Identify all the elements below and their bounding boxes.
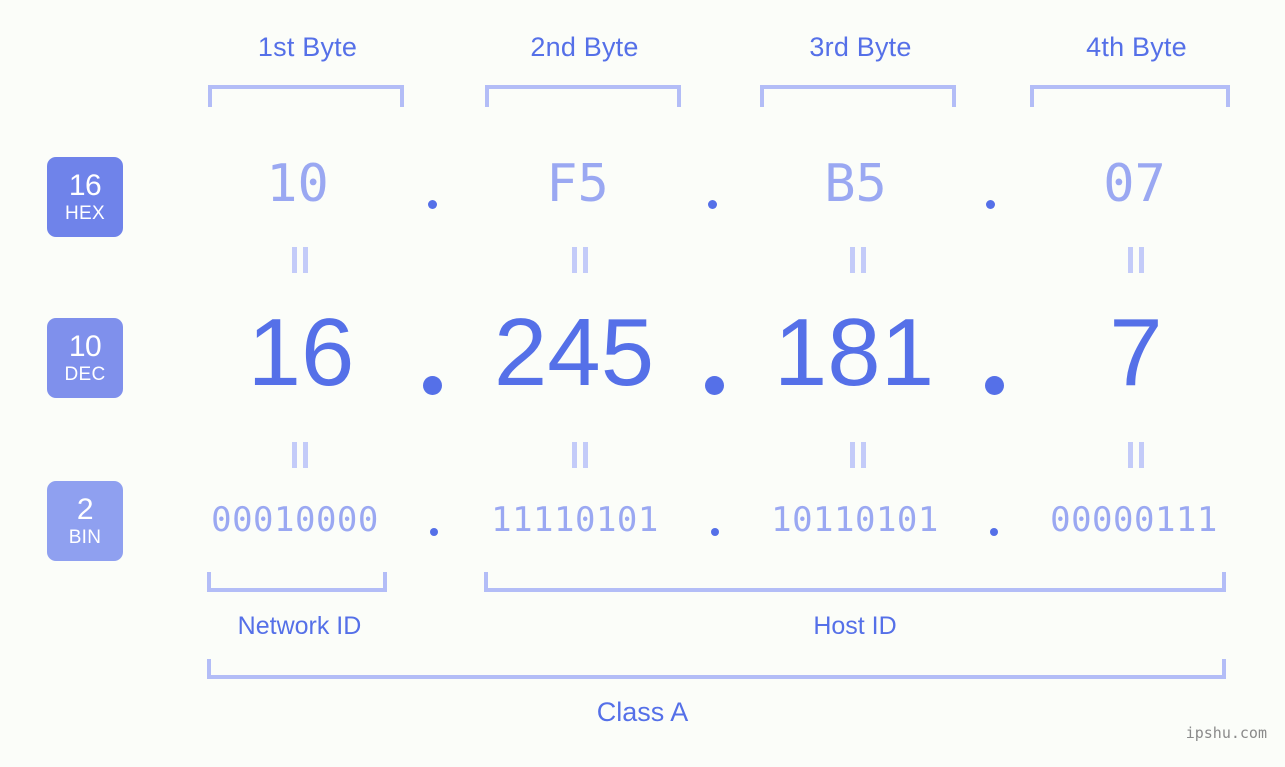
dec-byte-2: 245 xyxy=(493,299,655,406)
base-badge-dec: 10 DEC xyxy=(47,318,123,398)
byte-bracket-3 xyxy=(760,85,956,107)
hex-separator-dot-3 xyxy=(986,200,995,209)
hex-byte-4: 07 xyxy=(1103,154,1166,214)
bin-byte-1: 00010000 xyxy=(211,500,379,540)
base-badge-hex: 16 HEX xyxy=(47,157,123,237)
host-id-bracket xyxy=(484,572,1226,592)
byte-header-3: 3rd Byte xyxy=(809,32,912,62)
byte-header-1: 1st Byte xyxy=(257,32,358,62)
bin-byte-2: 11110101 xyxy=(491,500,659,540)
network-id-label: Network ID xyxy=(237,612,362,640)
base-badge-bin-number: 2 xyxy=(76,493,94,526)
dec-byte-3: 181 xyxy=(773,299,935,406)
byte-header-4: 4th Byte xyxy=(1086,32,1187,62)
dec-separator-dot-1 xyxy=(423,376,442,395)
dec-separator-dot-3 xyxy=(985,376,1004,395)
base-badge-hex-name: HEX xyxy=(65,203,105,224)
hex-separator-dot-2 xyxy=(708,200,717,209)
equality-mark-dec-bin-3 xyxy=(850,442,866,468)
base-badge-hex-number: 16 xyxy=(68,169,102,202)
hex-byte-3: B5 xyxy=(824,154,887,214)
class-bracket xyxy=(207,659,1226,679)
bin-separator-dot-1 xyxy=(430,528,438,536)
dec-separator-dot-2 xyxy=(705,376,724,395)
equality-mark-hex-dec-3 xyxy=(850,247,866,273)
equality-mark-dec-bin-4 xyxy=(1128,442,1144,468)
equality-mark-dec-bin-1 xyxy=(292,442,308,468)
equality-mark-hex-dec-2 xyxy=(572,247,588,273)
ip-address-breakdown-diagram: 1st Byte 2nd Byte 3rd Byte 4th Byte 16 H… xyxy=(0,0,1285,767)
equality-mark-hex-dec-4 xyxy=(1128,247,1144,273)
byte-bracket-1 xyxy=(208,85,404,107)
base-badge-bin: 2 BIN xyxy=(47,481,123,561)
host-id-label: Host ID xyxy=(813,612,897,640)
dec-byte-1: 16 xyxy=(247,299,355,406)
base-badge-dec-name: DEC xyxy=(64,364,106,385)
network-id-bracket xyxy=(207,572,387,592)
hex-byte-1: 10 xyxy=(266,154,329,214)
byte-header-2: 2nd Byte xyxy=(530,32,639,62)
bin-separator-dot-3 xyxy=(990,528,998,536)
byte-bracket-2 xyxy=(485,85,681,107)
hex-byte-2: F5 xyxy=(546,154,609,214)
hex-separator-dot-1 xyxy=(428,200,437,209)
bin-byte-3: 10110101 xyxy=(771,500,939,540)
base-badge-dec-number: 10 xyxy=(68,330,102,363)
byte-bracket-4 xyxy=(1030,85,1230,107)
bin-byte-4: 00000111 xyxy=(1050,500,1218,540)
equality-mark-dec-bin-2 xyxy=(572,442,588,468)
equality-mark-hex-dec-1 xyxy=(292,247,308,273)
bin-separator-dot-2 xyxy=(711,528,719,536)
dec-byte-4: 7 xyxy=(1109,299,1163,406)
watermark: ipshu.com xyxy=(1185,724,1267,742)
base-badge-bin-name: BIN xyxy=(68,527,102,548)
class-label: Class A xyxy=(596,697,689,727)
